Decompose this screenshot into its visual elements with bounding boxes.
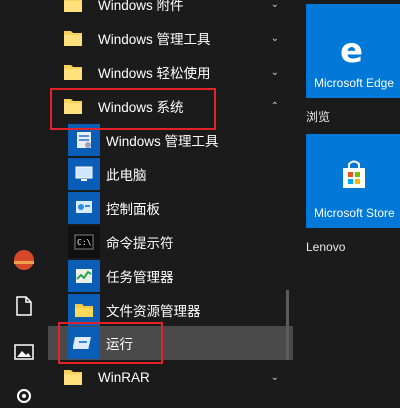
item-label: Windows 管理工具 <box>106 134 219 149</box>
item-label: Windows 管理工具 <box>98 32 211 47</box>
svg-text:e: e <box>340 34 363 66</box>
list-item-control-panel[interactable]: 控制面板 <box>48 191 293 225</box>
item-label: 任务管理器 <box>106 270 174 285</box>
user-avatar[interactable] <box>12 248 36 272</box>
folder-icon <box>62 366 84 388</box>
store-icon <box>343 160 365 188</box>
item-label: 此电脑 <box>106 168 147 183</box>
avatar-icon <box>14 250 34 270</box>
highlight-box-windows-system <box>50 88 216 130</box>
list-item-windows-admin-tools[interactable]: Windows 管理工具 ⌄ <box>48 21 293 55</box>
tile-group-label-lenovo: Lenovo <box>306 240 346 254</box>
list-item-windows-ease-of-access[interactable]: Windows 轻松使用 ⌄ <box>48 55 293 89</box>
list-item-this-pc[interactable]: 此电脑 <box>48 157 293 191</box>
chevron-down-icon[interactable]: ⌄ <box>271 33 279 44</box>
tile-microsoft-edge[interactable]: e Microsoft Edge <box>306 4 400 98</box>
tile-label: Microsoft Store <box>314 206 395 220</box>
item-label: Windows 轻松使用 <box>98 66 211 81</box>
item-label: 文件资源管理器 <box>106 304 201 319</box>
item-label: 控制面板 <box>106 202 160 217</box>
this-pc-icon <box>68 158 100 190</box>
list-item-command-prompt[interactable]: C:\ 命令提示符 <box>48 225 293 259</box>
tile-group-label: 浏览 <box>306 110 331 124</box>
folder-icon <box>62 61 84 83</box>
list-item-task-manager[interactable]: 任务管理器 <box>48 259 293 293</box>
chevron-down-icon[interactable]: ⌄ <box>271 0 279 10</box>
item-label: 命令提示符 <box>106 236 174 251</box>
task-manager-icon <box>68 260 100 292</box>
settings-gear-icon[interactable] <box>12 384 36 408</box>
command-prompt-icon: C:\ <box>68 226 100 258</box>
highlight-box-run <box>58 322 163 364</box>
item-label: Windows 附件 <box>98 0 184 13</box>
list-item-winrar[interactable]: WinRAR ⌄ <box>48 360 293 394</box>
chevron-down-icon[interactable]: ⌄ <box>271 67 279 78</box>
list-item-windows-accessories[interactable]: Windows 附件 ⌄ <box>48 0 293 21</box>
folder-icon <box>62 27 84 49</box>
control-panel-icon <box>68 192 100 224</box>
svg-text:C:\: C:\ <box>77 238 92 247</box>
tile-label: Microsoft Edge <box>314 76 395 90</box>
edge-icon: e <box>340 34 363 66</box>
folder-icon <box>62 0 84 15</box>
tiles-area: e Microsoft Edge 浏览 Microsoft Store Leno… <box>293 0 400 400</box>
pictures-icon[interactable] <box>12 340 36 364</box>
documents-icon[interactable] <box>12 294 36 318</box>
chevron-down-icon[interactable]: ⌄ <box>271 372 279 383</box>
item-label: WinRAR <box>98 369 150 385</box>
start-left-rail <box>0 0 48 403</box>
chevron-up-icon[interactable]: ⌃ <box>271 101 279 112</box>
list-scrollbar[interactable] <box>286 290 289 360</box>
tile-microsoft-store[interactable]: Microsoft Store <box>306 134 400 228</box>
